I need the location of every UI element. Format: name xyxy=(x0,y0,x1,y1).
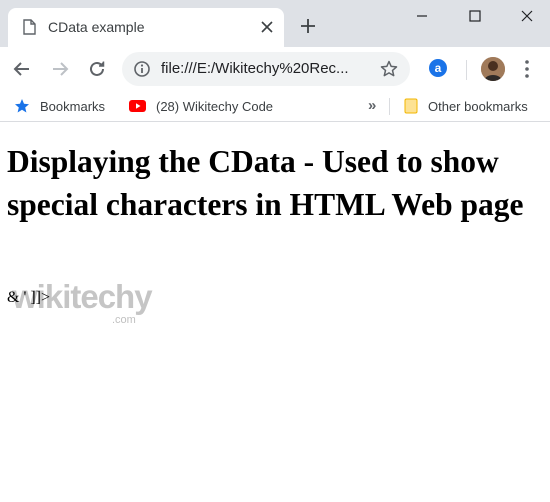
folder-icon xyxy=(404,98,418,114)
toolbar: file:///E:/Wikitechy%20Rec... a xyxy=(0,47,550,91)
reload-icon xyxy=(90,61,105,76)
page-heading: Displaying the CData - Used to show spec… xyxy=(7,144,524,222)
bookmark-label: Other bookmarks xyxy=(428,98,528,114)
url-text[interactable]: file:///E:/Wikitechy%20Rec... xyxy=(161,60,349,77)
tab-title: CData example xyxy=(48,19,145,35)
watermark-domain: .com xyxy=(112,314,136,326)
bookmark-label: Bookmarks xyxy=(40,98,106,114)
browser-tab[interactable]: CData example xyxy=(8,8,284,47)
maximize-button[interactable] xyxy=(451,0,499,32)
bookmarks-bar: Bookmarks (28) Wikitechy Code » Other bo… xyxy=(0,91,550,122)
close-icon[interactable] xyxy=(260,20,274,34)
bookmark-star-icon[interactable] xyxy=(380,60,398,78)
arrow-left-icon xyxy=(13,62,29,76)
bookmark-label: (28) Wikitechy Code xyxy=(156,98,274,114)
reload-button[interactable] xyxy=(85,57,109,81)
bookmark-item-wikitechy[interactable]: (28) Wikitechy Code xyxy=(129,96,273,116)
info-icon[interactable] xyxy=(134,61,150,77)
bookmark-item-bookmarks[interactable]: Bookmarks xyxy=(14,96,105,116)
bookmarks-divider xyxy=(389,98,390,115)
star-icon xyxy=(15,99,29,113)
arrow-right-icon xyxy=(53,62,69,76)
profile-avatar[interactable] xyxy=(481,57,505,81)
youtube-icon xyxy=(129,100,146,112)
avatar-icon xyxy=(481,57,505,81)
bookmark-item-other[interactable]: Other bookmarks xyxy=(404,96,528,116)
new-tab-plus-icon[interactable] xyxy=(300,18,316,34)
cdata-output-text: & ' ]]> xyxy=(7,289,51,306)
minimize-icon xyxy=(417,15,427,17)
maximize-icon xyxy=(469,10,481,22)
back-button[interactable] xyxy=(10,57,34,81)
tab-strip: CData example xyxy=(0,0,550,47)
window-close-button[interactable] xyxy=(503,0,550,32)
forward-button[interactable] xyxy=(48,57,72,81)
extension-icon[interactable]: a xyxy=(429,59,447,77)
minimize-button[interactable] xyxy=(398,0,446,32)
window-close-icon xyxy=(521,10,533,22)
bookmarks-overflow-button[interactable]: » xyxy=(368,97,376,114)
page-content: Displaying the CData - Used to show spec… xyxy=(0,123,550,502)
address-bar[interactable]: file:///E:/Wikitechy%20Rec... xyxy=(122,52,410,86)
page-icon xyxy=(23,19,36,35)
more-menu-icon[interactable] xyxy=(523,59,531,79)
toolbar-divider xyxy=(466,60,467,80)
